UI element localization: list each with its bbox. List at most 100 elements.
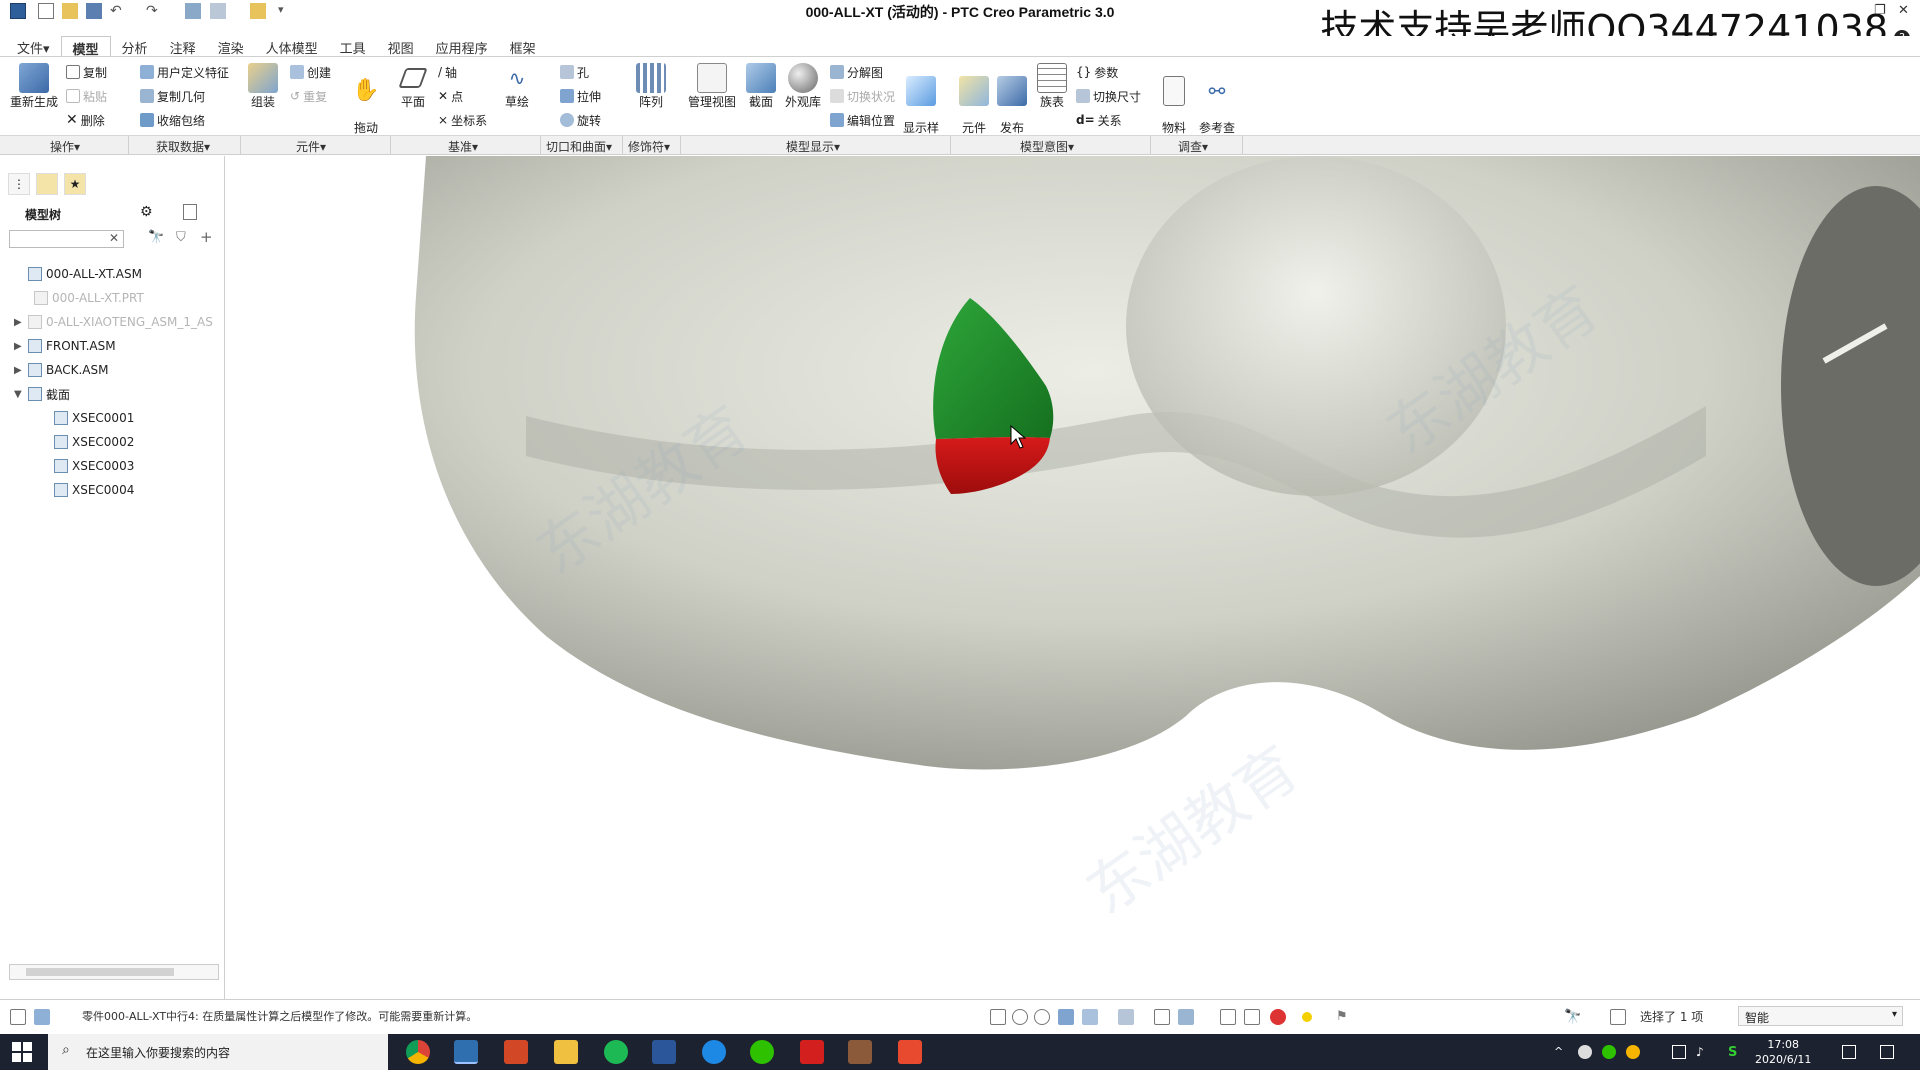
tree-columns-icon[interactable] bbox=[183, 204, 197, 220]
tray-chevron-up-icon[interactable]: ^ bbox=[1554, 1045, 1568, 1059]
tree-item-back-asm[interactable]: ▶ BACK.ASM bbox=[14, 360, 108, 380]
action-center-icon[interactable] bbox=[1880, 1045, 1894, 1059]
group-cut-surface[interactable]: 切口和曲面▾ bbox=[546, 138, 612, 155]
tree-item-xsec[interactable]: XSEC0002 bbox=[54, 432, 134, 452]
tree-item-xiaoteng-asm[interactable]: ▶ 0-ALL-XIAOTENG_ASM_1_AS bbox=[14, 312, 213, 332]
manage-views-button[interactable]: 管理视图 bbox=[686, 63, 738, 109]
datum-display-icon[interactable] bbox=[1178, 1009, 1194, 1025]
scrollbar-thumb[interactable] bbox=[26, 968, 174, 976]
group-get-data[interactable]: 获取数据▾ bbox=[156, 138, 210, 155]
volume-icon[interactable]: ♪ bbox=[1696, 1045, 1710, 1059]
tab-annotate[interactable]: 注释 bbox=[159, 36, 207, 57]
add-column-icon[interactable]: + bbox=[200, 228, 213, 246]
delete-button[interactable]: ✕ 删除 bbox=[66, 111, 105, 129]
point-button[interactable]: ✕ 点 bbox=[438, 87, 463, 105]
csys-button[interactable]: ⨯ 坐标系 bbox=[438, 111, 487, 129]
repeat-button[interactable]: ↺ 重复 bbox=[290, 87, 327, 105]
tray-app-icon[interactable] bbox=[1626, 1045, 1640, 1059]
tree-item-skeleton-part[interactable]: 000-ALL-XT.PRT bbox=[34, 288, 144, 308]
group-model-display[interactable]: 模型显示▾ bbox=[786, 138, 840, 155]
zoom-in-icon[interactable] bbox=[1012, 1009, 1028, 1025]
annotation-display-icon[interactable] bbox=[1220, 1009, 1236, 1025]
selection-list-icon[interactable] bbox=[1610, 1009, 1626, 1025]
group-datum[interactable]: 基准▾ bbox=[448, 138, 478, 155]
clear-search-icon[interactable]: ✕ bbox=[109, 231, 119, 245]
favorites-tab-icon[interactable]: ★ bbox=[64, 173, 86, 195]
graphics-viewport[interactable]: 东湖教育 东湖教育 东湖教育 bbox=[226, 156, 1920, 999]
acrobat-icon[interactable] bbox=[800, 1040, 824, 1064]
tab-view[interactable]: 视图 bbox=[377, 36, 425, 57]
tab-framework[interactable]: 框架 bbox=[499, 36, 547, 57]
flag-icon[interactable]: ⚑ bbox=[1336, 1009, 1352, 1025]
tree-expander[interactable]: ▶ bbox=[14, 341, 28, 352]
close-icon[interactable]: ✕ bbox=[1898, 3, 1909, 18]
restore-window-icon[interactable]: ❐ bbox=[1874, 3, 1886, 18]
tree-expander[interactable]: ▶ bbox=[14, 365, 28, 376]
group-model-intent[interactable]: 模型意图▾ bbox=[1020, 138, 1074, 155]
parameters-button[interactable]: {} 参数 bbox=[1076, 63, 1118, 81]
kugou-icon[interactable] bbox=[702, 1040, 726, 1064]
toggle-status-button[interactable]: 切换状况 bbox=[830, 87, 895, 105]
browser-toggle-icon[interactable] bbox=[34, 1009, 50, 1025]
presentation-app-icon[interactable] bbox=[898, 1040, 922, 1064]
assemble-button[interactable]: 组装 bbox=[246, 63, 280, 109]
wechat-tray-icon[interactable] bbox=[1602, 1045, 1616, 1059]
saved-orientations-icon[interactable] bbox=[1118, 1009, 1134, 1025]
plane-button[interactable]: 平面 bbox=[398, 63, 428, 109]
tree-item-xsec[interactable]: XSEC0001 bbox=[54, 408, 134, 428]
copy-geometry-button[interactable]: 复制几何 bbox=[140, 87, 205, 105]
tree-item-root-asm[interactable]: 000-ALL-XT.ASM bbox=[14, 264, 142, 284]
model-render[interactable]: 东湖教育 东湖教育 东湖教育 bbox=[226, 156, 1920, 999]
tree-expander[interactable]: ▶ bbox=[14, 317, 28, 328]
group-modifiers[interactable]: 修饰符▾ bbox=[628, 138, 670, 155]
tree-item-sections[interactable]: ▼ 截面 bbox=[14, 384, 70, 404]
repaint-icon[interactable] bbox=[1058, 1009, 1074, 1025]
selection-filter-select[interactable]: 智能 ▾ bbox=[1738, 1006, 1903, 1026]
file-explorer-icon[interactable] bbox=[554, 1040, 578, 1064]
group-operations[interactable]: 操作▾ bbox=[50, 138, 80, 155]
display-style-status-icon[interactable] bbox=[1082, 1009, 1098, 1025]
tree-horizontal-scrollbar[interactable] bbox=[9, 964, 219, 980]
hole-button[interactable]: 孔 bbox=[560, 63, 589, 81]
microphone-icon[interactable] bbox=[1578, 1045, 1592, 1059]
windows-start-icon[interactable] bbox=[12, 1042, 32, 1062]
tree-search-input[interactable]: ✕ bbox=[9, 230, 124, 248]
find-status-icon[interactable]: 🔭 bbox=[1564, 1009, 1581, 1025]
tree-item-front-asm[interactable]: ▶ FRONT.ASM bbox=[14, 336, 116, 356]
tab-applications[interactable]: 应用程序 bbox=[425, 36, 499, 57]
tree-settings-icon[interactable]: ⚙ bbox=[140, 204, 153, 220]
appearance-gallery-button[interactable]: 外观库 bbox=[784, 63, 822, 109]
paste-button[interactable]: 粘贴 bbox=[66, 87, 107, 105]
taskbar-clock[interactable]: 17:08 2020/6/11 bbox=[1755, 1037, 1811, 1067]
section-button[interactable]: 截面 bbox=[746, 63, 776, 109]
stop-regeneration-icon[interactable] bbox=[1270, 1009, 1286, 1025]
sketch-button[interactable]: ∿ 草绘 bbox=[502, 63, 532, 109]
taskbar-search-box[interactable]: ⌕ 在这里输入你要搜索的内容 bbox=[48, 1034, 388, 1070]
family-table-button[interactable]: 族表 bbox=[1036, 63, 1068, 109]
folder-browser-tab-icon[interactable] bbox=[36, 173, 58, 195]
user-defined-feature-button[interactable]: 用户定义特征 bbox=[140, 63, 229, 81]
model-tree-tab-icon[interactable]: ⋮ bbox=[8, 173, 30, 195]
network-icon[interactable] bbox=[1672, 1045, 1686, 1059]
selection-count[interactable]: 选择了 1 项 bbox=[1640, 1008, 1703, 1025]
zoom-out-icon[interactable] bbox=[1034, 1009, 1050, 1025]
tab-analysis[interactable]: 分析 bbox=[111, 36, 159, 57]
extrude-button[interactable]: 拉伸 bbox=[560, 87, 601, 105]
create-button[interactable]: 创建 bbox=[290, 63, 331, 81]
tree-item-xsec[interactable]: XSEC0004 bbox=[54, 480, 134, 500]
tab-manikin[interactable]: 人体模型 bbox=[255, 36, 329, 57]
chrome-icon[interactable] bbox=[406, 1040, 430, 1064]
tab-file[interactable]: 文件▾ bbox=[6, 36, 61, 57]
filter-icon[interactable]: ⛉ bbox=[176, 230, 186, 245]
find-icon[interactable]: 🔭 bbox=[148, 230, 164, 245]
wechat-icon[interactable] bbox=[750, 1040, 774, 1064]
revolve-button[interactable]: 旋转 bbox=[560, 111, 601, 129]
green-app-icon[interactable] bbox=[604, 1040, 628, 1064]
spin-center-icon[interactable] bbox=[1244, 1009, 1260, 1025]
shrinkwrap-button[interactable]: 收缩包络 bbox=[140, 111, 205, 129]
powerpoint-icon[interactable] bbox=[504, 1040, 528, 1064]
switch-dimensions-button[interactable]: 切换尺寸 bbox=[1076, 87, 1141, 105]
notification-badge-icon[interactable] bbox=[1842, 1045, 1856, 1059]
regenerate-button[interactable]: 重新生成 bbox=[10, 63, 58, 109]
tree-item-xsec[interactable]: XSEC0003 bbox=[54, 456, 134, 476]
